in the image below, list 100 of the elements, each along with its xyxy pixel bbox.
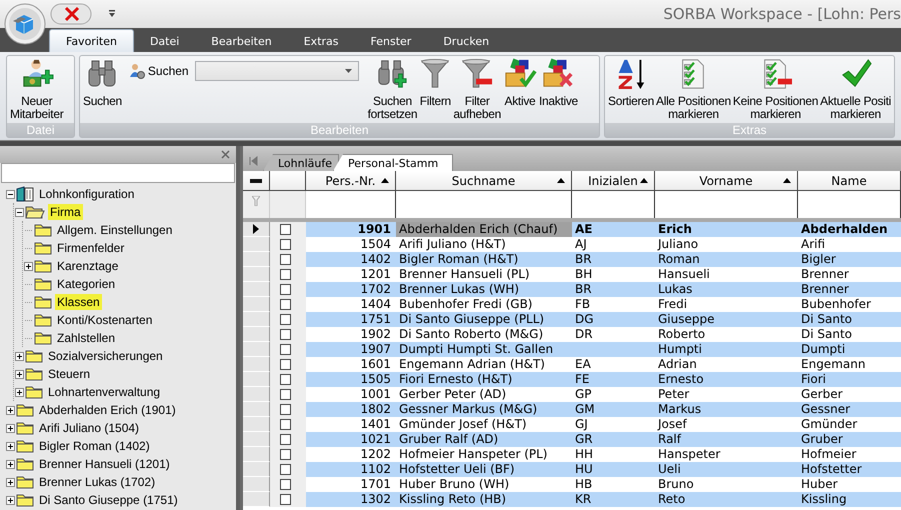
tree-item[interactable]: Bigler Roman (1402) [37, 438, 152, 454]
column-header[interactable]: Inizialen [572, 171, 655, 191]
table-cell: Gruber [798, 432, 901, 447]
tree-item[interactable]: Abderhalden Erich (1901) [37, 402, 178, 418]
ribbon-button[interactable]: Aktuelle Positi markieren [819, 57, 892, 122]
column-header[interactable]: Name [798, 171, 901, 191]
ribbon-tab[interactable]: Extras [288, 30, 355, 52]
table-cell: BR [572, 282, 655, 297]
checkbox[interactable] [280, 449, 291, 460]
checkbox[interactable] [280, 224, 291, 235]
expand-icon[interactable] [15, 388, 24, 396]
column-header[interactable]: Vorname [655, 171, 798, 191]
tree-item[interactable]: Brenner Lukas (1702) [37, 474, 158, 490]
folder-icon [34, 277, 52, 291]
checkbox[interactable] [280, 299, 291, 310]
ribbon-button[interactable]: Alle Positionen markieren [655, 57, 732, 122]
ribbon-button[interactable]: Aktive [502, 57, 538, 109]
group-label: Extras [605, 123, 894, 137]
table-cell-text: DR [574, 327, 594, 342]
table-cell-text: Hofmeier [800, 447, 858, 462]
document-tab[interactable]: Lohnläufe [263, 154, 340, 171]
search-field[interactable] [1, 163, 235, 183]
ribbon-button[interactable]: Inaktive [538, 57, 579, 109]
ribbon-button[interactable]: Neuer Mitarbeiter [9, 57, 64, 122]
ribbon-button[interactable]: Suchen fortsetzen [366, 57, 418, 122]
column-header[interactable] [243, 171, 270, 191]
table-cell: FE [572, 372, 655, 387]
table-cell: Giuseppe [655, 312, 798, 327]
tree-item[interactable]: Brenner Hansueli (1201) [37, 456, 172, 472]
checkbox[interactable] [280, 434, 291, 445]
checkbox[interactable] [280, 389, 291, 400]
ribbon-tab[interactable]: Favoriten [49, 29, 134, 52]
ribbon-button[interactable]: Filter aufheben [452, 57, 502, 122]
expand-icon[interactable] [24, 262, 33, 270]
expand-icon[interactable] [6, 424, 15, 432]
column-header[interactable]: Suchname [396, 171, 572, 191]
tree-item[interactable]: Kategorien [55, 276, 118, 292]
ribbon-tab[interactable]: Fenster [354, 30, 428, 52]
expand-icon[interactable] [15, 352, 24, 360]
checkbox[interactable] [280, 284, 291, 295]
table-cell-text: GP [574, 387, 593, 402]
table-cell-text: GJ [574, 417, 589, 432]
tree-item[interactable]: Firma [48, 204, 83, 220]
ribbon-button[interactable]: Filtern [418, 57, 452, 109]
table-cell: Dumpti [798, 342, 901, 357]
tree-item[interactable]: Firmenfelder [55, 240, 126, 256]
checkbox[interactable] [280, 344, 291, 355]
ribbon-tab[interactable]: Bearbeiten [195, 30, 288, 52]
expand-icon[interactable] [6, 496, 15, 504]
table-cell: Di Santo Giuseppe (PLL) [396, 312, 572, 327]
tree-item[interactable]: Konti/Kostenarten [55, 312, 154, 328]
tree-item[interactable]: Sozialversicherungen [46, 348, 165, 364]
column-header[interactable]: Pers.-Nr. [306, 171, 396, 191]
checkbox[interactable] [280, 494, 291, 505]
funnel-remove-icon [460, 58, 494, 90]
checkbox[interactable] [280, 239, 291, 250]
table-cell: GM [572, 402, 655, 417]
tree-item[interactable]: Lohnkonfiguration [37, 186, 136, 202]
ribbon-button[interactable]: Keine Positionen markieren [732, 57, 820, 122]
tree-item[interactable]: Lohnartenverwaltung [46, 384, 162, 400]
tree-item[interactable]: Klassen [55, 294, 102, 310]
expand-icon[interactable] [15, 370, 24, 378]
document-tab[interactable]: Personal-Stamm [333, 154, 454, 171]
expand-icon[interactable] [6, 478, 15, 486]
checkbox[interactable] [280, 479, 291, 490]
checkbox[interactable] [280, 404, 291, 415]
tree-item[interactable]: Allgem. Einstellungen [55, 222, 174, 238]
checkbox[interactable] [280, 329, 291, 340]
table-cell: Gruber Ralf (AD) [396, 432, 572, 447]
expand-icon[interactable] [6, 406, 15, 414]
checkbox[interactable] [280, 464, 291, 475]
tree-item[interactable]: Zahlstellen [55, 330, 118, 346]
table-cell-text: EA [574, 357, 592, 372]
ribbon-button[interactable]: Suchen [82, 57, 123, 109]
tree-item[interactable]: Di Santo Giuseppe (1751) [37, 492, 180, 508]
checkbox[interactable] [280, 419, 291, 430]
checkbox[interactable] [280, 269, 291, 280]
collapse-icon[interactable] [6, 190, 15, 198]
group-label: Datei [7, 123, 74, 137]
table-cell: Hofstetter Ueli (BF) [396, 462, 572, 477]
table-cell: Hofstetter [798, 462, 901, 477]
checkbox[interactable] [280, 374, 291, 385]
row-header[interactable] [243, 222, 270, 237]
ribbon-button[interactable]: Sortieren [607, 57, 655, 109]
close-icon [50, 3, 92, 25]
tree-item[interactable]: Steuern [46, 366, 92, 382]
expand-icon[interactable] [6, 442, 15, 450]
table-cell-text: Di Santo Roberto (M&G) [398, 327, 544, 342]
table-cell-text: Adrian [657, 357, 698, 372]
collapse-icon[interactable] [15, 208, 24, 216]
checkbox[interactable] [280, 314, 291, 325]
checkbox[interactable] [280, 359, 291, 370]
column-header[interactable] [270, 171, 306, 191]
ribbon-tab[interactable]: Drucken [427, 30, 506, 52]
expand-icon[interactable] [6, 460, 15, 468]
ribbon-tab[interactable]: Datei [134, 30, 196, 52]
tree-item[interactable]: Karenztage [55, 258, 120, 274]
table-cell-text: Huber [800, 477, 839, 492]
checkbox[interactable] [280, 254, 291, 265]
tree-item[interactable]: Arifi Juliano (1504) [37, 420, 142, 436]
